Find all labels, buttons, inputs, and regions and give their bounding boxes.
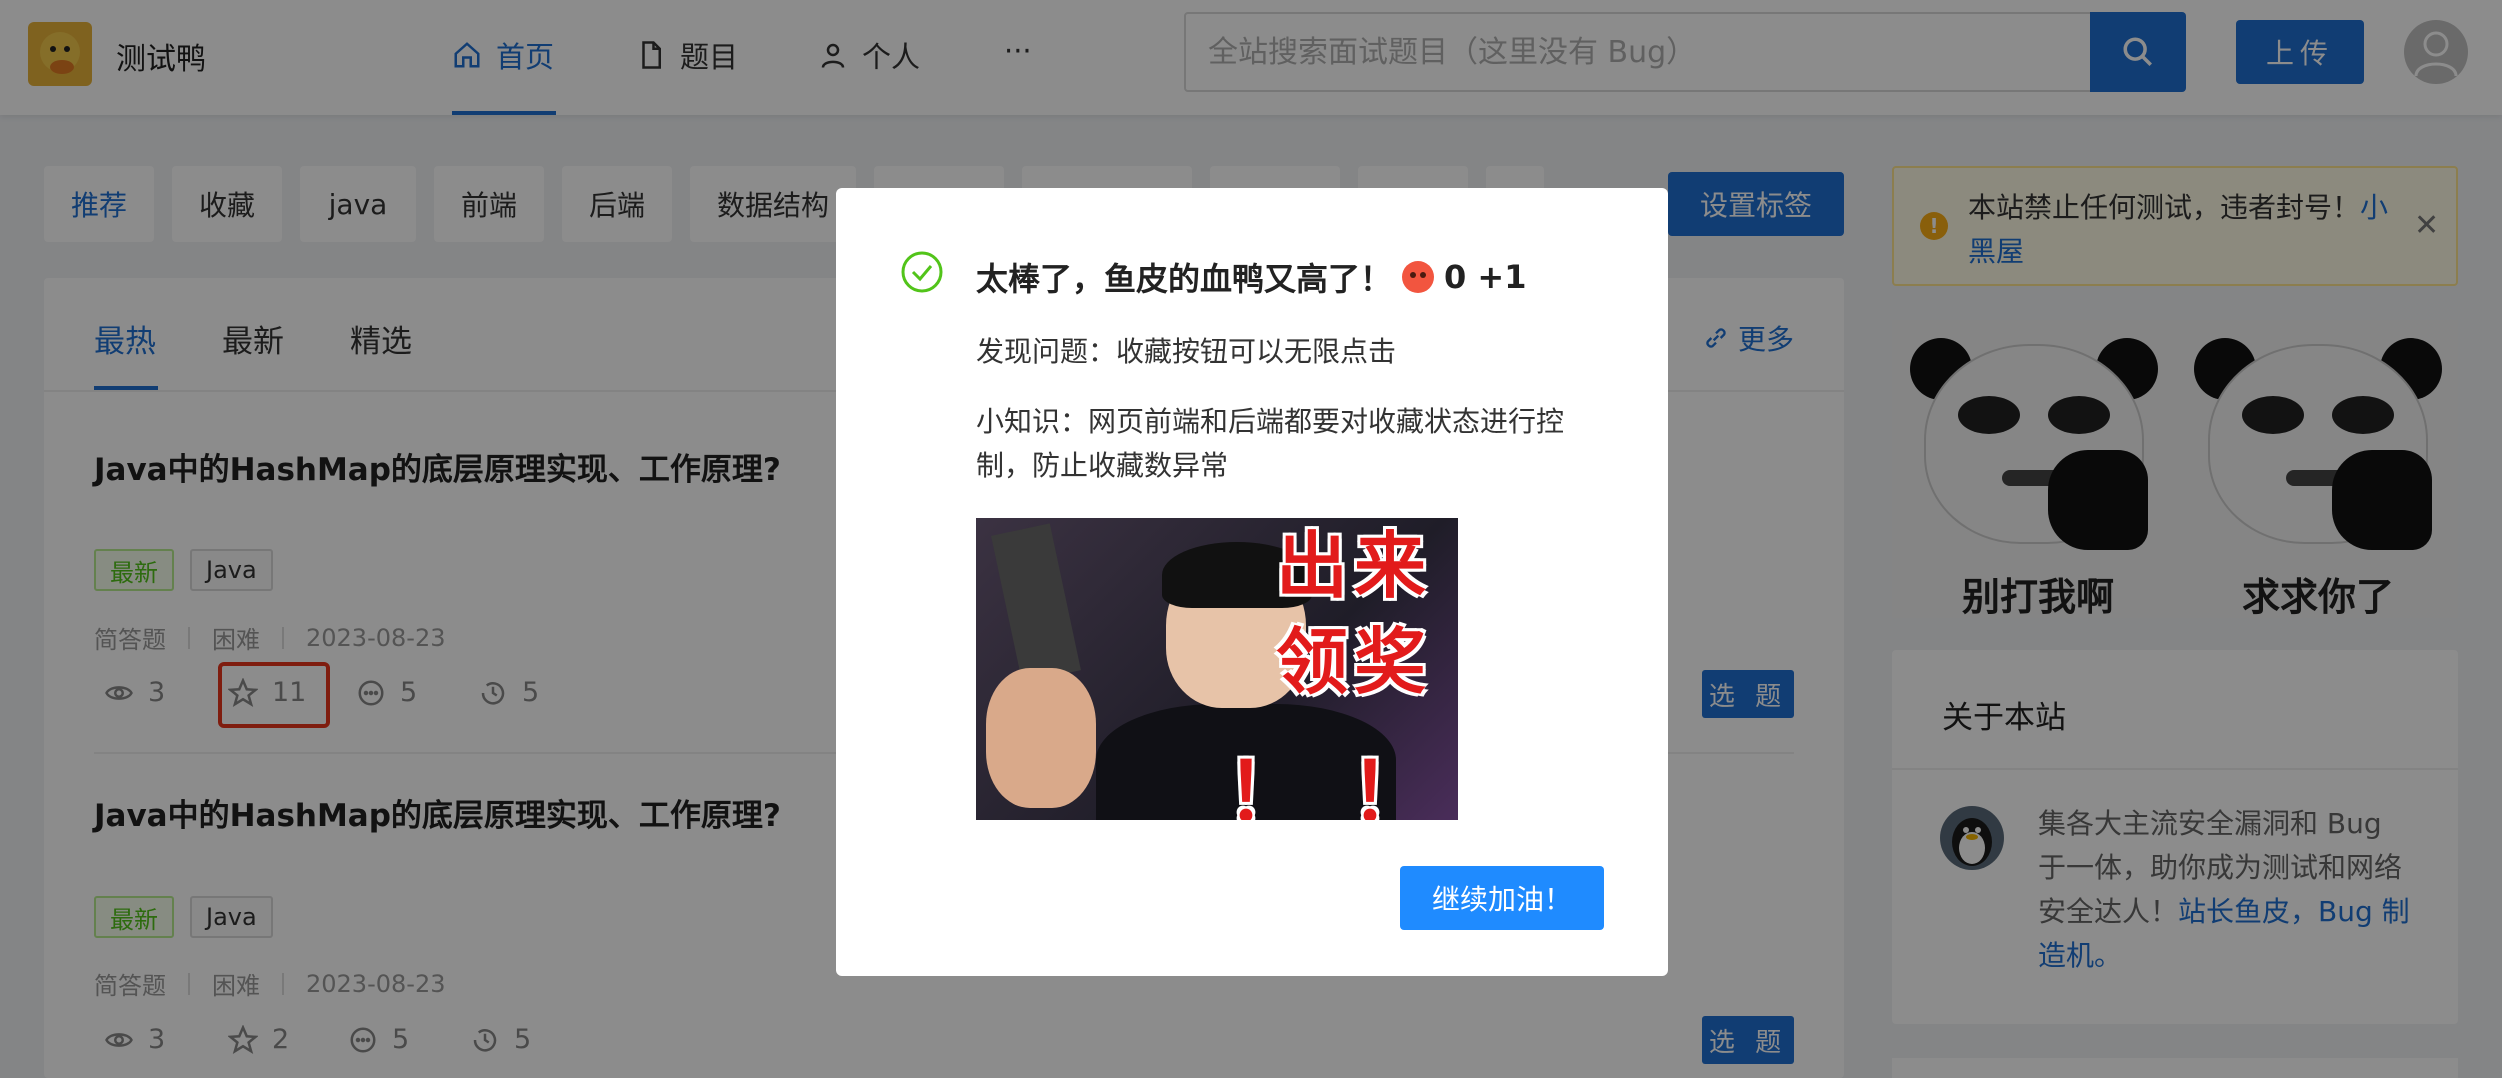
reward-modal: 太棒了，鱼皮的血鸭又高了！ 0 +1 发现问题：收藏按钮可以无限点击 小知识：网… [836,188,1668,976]
angry-face-icon [1402,261,1435,293]
modal-title: 太棒了，鱼皮的血鸭又高了！ 0 +1 [976,254,1527,300]
modal-problem: 发现问题：收藏按钮可以无限点击 [976,335,1397,368]
continue-button[interactable]: 继续加油！ [1400,866,1604,930]
success-check-icon [901,251,943,293]
reward-image-bangs: ！！！ [1226,746,1458,820]
reward-image-line-2: 领奖 [1276,620,1433,704]
reward-image: 出来 领奖 ！！！ [976,518,1458,820]
modal-score: 0 +1 [1444,258,1527,296]
modal-title-text: 太棒了，鱼皮的血鸭又高了！ [976,260,1393,298]
reward-image-line-1: 出来 [1276,524,1433,608]
reward-image-text: 出来 领奖 [1276,518,1432,710]
modal-tip: 小知识：网页前端和后端都要对收藏状态进行控制，防止收藏数异常 [976,405,1565,482]
